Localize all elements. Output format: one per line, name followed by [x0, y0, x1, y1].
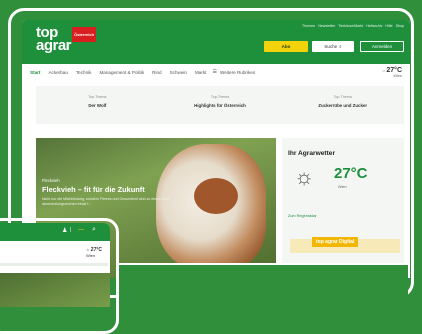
- top-topics: Top-Thema Der Wolf Top-Thema Highlights …: [36, 86, 404, 124]
- top-link-heftarchiv[interactable]: Heftarchiv: [366, 24, 382, 28]
- topic-card[interactable]: Top-Thema Der Wolf: [36, 86, 159, 124]
- top-link-tierboerse[interactable]: Tierbörse/Markt: [338, 24, 363, 28]
- top-link-hilfe[interactable]: Hilfe: [385, 24, 392, 28]
- nav-item-markt[interactable]: Markt: [195, 70, 206, 75]
- logo-line-2: agrar: [36, 37, 72, 54]
- abo-button[interactable]: Abo: [264, 41, 308, 52]
- topic-title: Zuckerrübe und Zucker: [318, 103, 368, 108]
- nav-item-management[interactable]: Management & Politik: [99, 70, 144, 75]
- nav-item-rind[interactable]: Rind: [152, 70, 161, 75]
- digital-promo[interactable]: top agrar Digital: [290, 237, 400, 253]
- top-link-shop[interactable]: Shop: [396, 24, 404, 28]
- main-nav: Start Ackerbau Technik Management & Poli…: [22, 64, 410, 80]
- topic-title: Der Wolf: [88, 103, 107, 108]
- topic-title: Highlights für Österreich: [194, 103, 246, 108]
- search-label: Suche: [324, 44, 338, 49]
- weather-temp: 27°C: [334, 165, 368, 182]
- search-icon: ⌕: [339, 44, 342, 49]
- menu-icon[interactable]: ☰: [212, 69, 216, 75]
- nav-item-start[interactable]: Start: [30, 70, 40, 75]
- rain-radar-link[interactable]: Zum Regenradar: [288, 214, 317, 218]
- promo-label: top agrar Digital: [312, 237, 359, 247]
- hero-kicker: Fleckvieh: [42, 178, 60, 183]
- nav-item-more[interactable]: Weitere Rubriken: [220, 70, 255, 75]
- topic-kicker: Top-Thema: [88, 95, 107, 99]
- cow-image-spot: [194, 178, 238, 214]
- hero-headline: Fleckvieh – fit für die Zukunft: [42, 185, 145, 194]
- header-weather[interactable]: ☼ 27°C Wien: [382, 67, 402, 78]
- decorative-inner-frame: [0, 218, 119, 334]
- weather-heading: Ihr Agrarwetter: [288, 150, 336, 157]
- header-weather-location: Wien: [393, 74, 402, 78]
- weather-widget: Ihr Agrarwetter ☼ 27°C Wien Zum Regenrad…: [282, 138, 404, 278]
- topic-kicker: Top-Thema: [210, 95, 230, 99]
- header-weather-temp: 27°C: [386, 67, 402, 74]
- login-button[interactable]: Anmelden: [360, 41, 404, 52]
- sun-icon: ☼: [381, 69, 386, 73]
- green-banner-fill: [118, 277, 408, 307]
- top-links: Themen Newsletter Tierbörse/Markt Heftar…: [302, 24, 404, 28]
- weather-location: Wien: [338, 185, 347, 189]
- topic-card[interactable]: Top-Thema Zuckerrübe und Zucker: [281, 86, 404, 124]
- topic-card[interactable]: Top-Thema Highlights für Österreich: [159, 86, 282, 124]
- search-button[interactable]: Suche ⌕: [312, 41, 354, 52]
- site-logo[interactable]: top agrar Österreich: [36, 25, 97, 54]
- topic-kicker: Top-Thema: [333, 95, 352, 99]
- hero-teaser: Nicht nur die Milchleistung, sondern Fit…: [42, 197, 170, 206]
- site-header: top agrar Österreich Themen Newsletter T…: [22, 20, 410, 64]
- hero-caption: Fleckvieh Fleckvieh – fit für die Zukunf…: [42, 178, 182, 207]
- sun-icon: ☼: [294, 164, 315, 189]
- top-link-themen[interactable]: Themen: [302, 24, 315, 28]
- region-badge: Österreich: [72, 27, 97, 42]
- top-link-newsletter[interactable]: Newsletter: [318, 24, 335, 28]
- nav-item-technik[interactable]: Technik: [76, 70, 92, 75]
- nav-item-schwein[interactable]: Schwein: [170, 70, 187, 75]
- nav-item-ackerbau[interactable]: Ackerbau: [48, 70, 67, 75]
